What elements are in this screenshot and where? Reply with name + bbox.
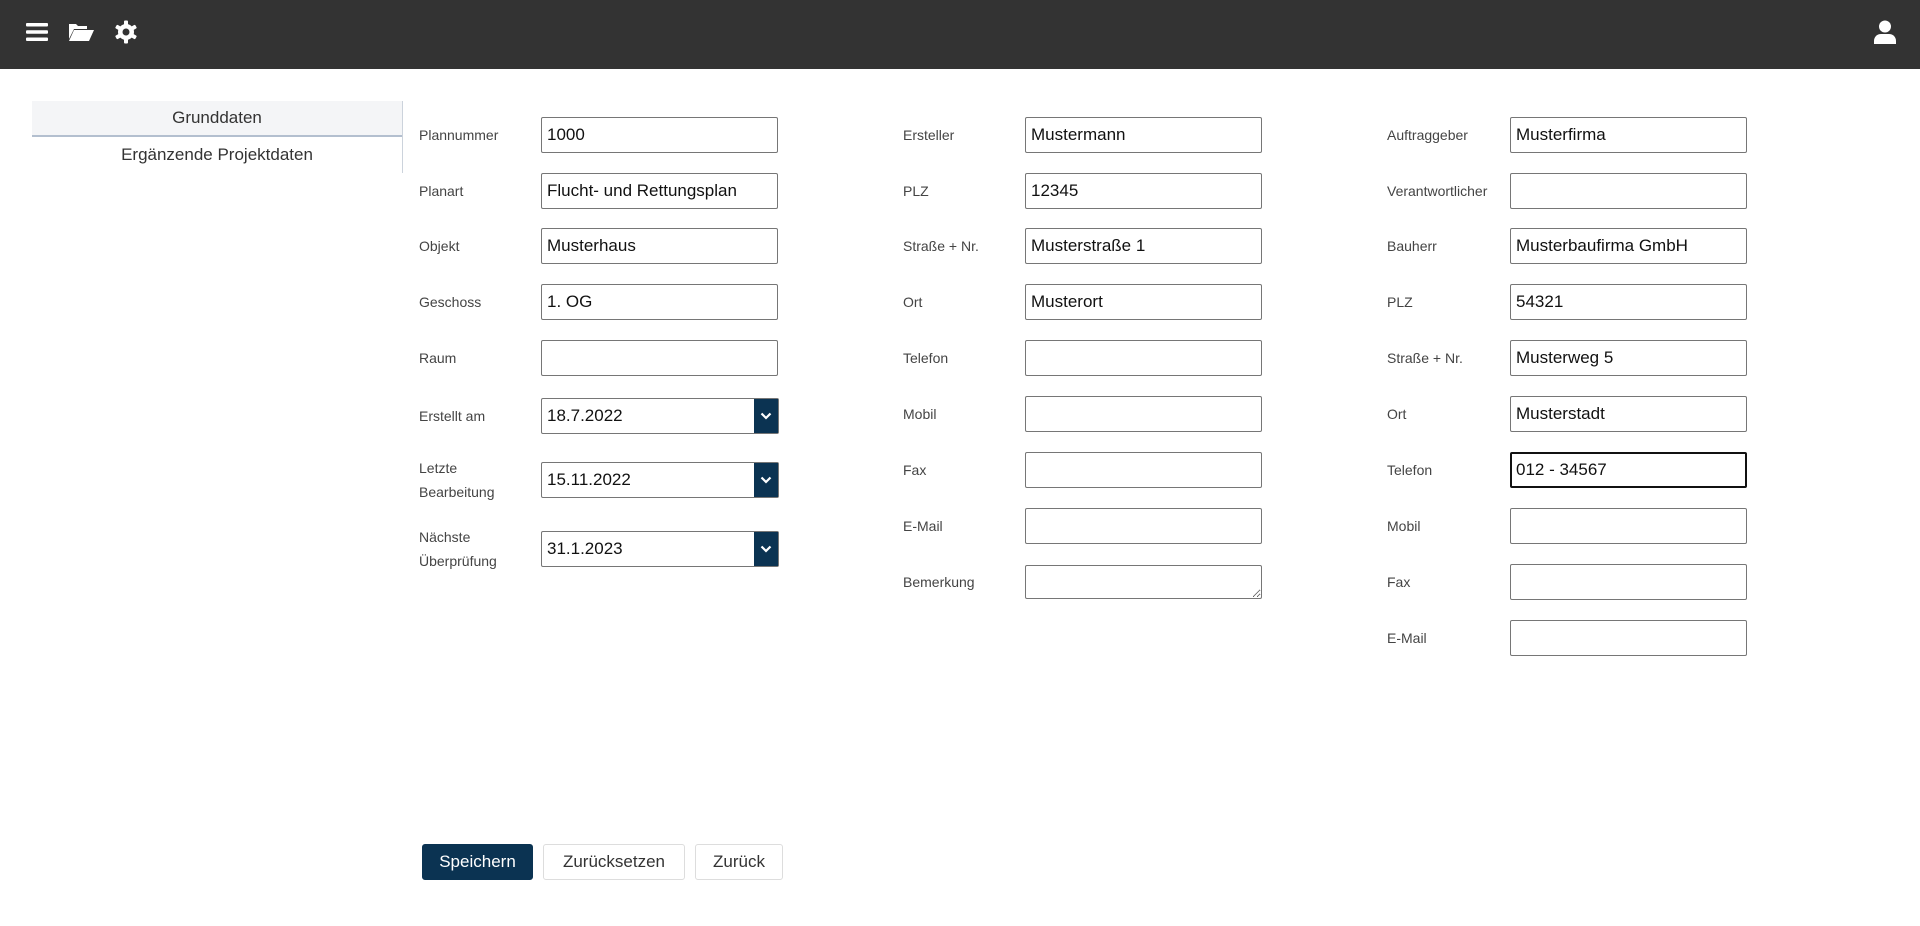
label-raum: Raum [419, 350, 457, 366]
planart-field[interactable] [541, 173, 778, 209]
label-strasse-nr: Straße + Nr. [1387, 350, 1463, 366]
verantwortlicher-field[interactable] [1510, 173, 1747, 209]
fax-field[interactable] [1025, 452, 1262, 488]
ort-field[interactable] [1510, 396, 1747, 432]
label-telefon: Telefon [1387, 462, 1433, 478]
label-ort: Ort [1387, 406, 1407, 422]
label-bauherr: Bauherr [1387, 238, 1437, 254]
plannummer-field[interactable] [541, 117, 778, 153]
erstellt-am-date-picker[interactable]: 18.7.2022 [541, 398, 779, 434]
save-button[interactable]: Speichern [422, 844, 533, 880]
gear-icon[interactable] [113, 19, 139, 45]
label-verantwortlicher: Verantwortlicher [1387, 183, 1488, 199]
sidebar-nav: Grunddaten Ergänzende Projektdaten [32, 101, 403, 173]
plz-field[interactable] [1025, 173, 1262, 209]
label-plz: PLZ [903, 183, 929, 199]
label-e-mail: E-Mail [903, 518, 943, 534]
naechste-ueberpruefung-date-picker[interactable]: 31.1.2023 [541, 531, 779, 567]
top-bar [0, 0, 1920, 69]
sidebar-item-grunddaten[interactable]: Grunddaten [32, 101, 402, 137]
label-plannummer: Plannummer [419, 127, 499, 143]
strasse-nr-field[interactable] [1025, 228, 1262, 264]
ersteller-field[interactable] [1025, 117, 1262, 153]
bauherr-field[interactable] [1510, 228, 1747, 264]
label-ort: Ort [903, 294, 923, 310]
label-bemerkung: Bemerkung [903, 574, 975, 590]
plz-field[interactable] [1510, 284, 1747, 320]
reset-button[interactable]: Zurücksetzen [543, 844, 685, 880]
label-mobil: Mobil [903, 406, 937, 422]
e-mail-field[interactable] [1025, 508, 1262, 544]
label-auftraggeber: Auftraggeber [1387, 127, 1468, 143]
date-value[interactable]: 18.7.2022 [542, 399, 754, 433]
raum-field[interactable] [541, 340, 778, 376]
label-objekt: Objekt [419, 238, 460, 254]
e-mail-field[interactable] [1510, 620, 1747, 656]
date-value[interactable]: 15.11.2022 [542, 463, 754, 497]
geschoss-field[interactable] [541, 284, 778, 320]
label-planart: Planart [419, 183, 464, 199]
label-ersteller: Ersteller [903, 127, 955, 143]
label-e-mail: E-Mail [1387, 630, 1427, 646]
label-mobil: Mobil [1387, 518, 1421, 534]
mobil-field[interactable] [1025, 396, 1262, 432]
folder-open-icon[interactable] [68, 19, 94, 45]
auftraggeber-field[interactable] [1510, 117, 1747, 153]
chevron-down-icon[interactable] [754, 399, 778, 433]
ort-field[interactable] [1025, 284, 1262, 320]
back-button[interactable]: Zurück [695, 844, 783, 880]
chevron-down-icon[interactable] [754, 463, 778, 497]
fax-field[interactable] [1510, 564, 1747, 600]
chevron-down-icon[interactable] [754, 532, 778, 566]
menu-icon[interactable] [24, 19, 50, 45]
label-geschoss: Geschoss [419, 294, 482, 310]
strasse-nr-field[interactable] [1510, 340, 1747, 376]
label-telefon: Telefon [903, 350, 949, 366]
label-fax: Fax [903, 462, 927, 478]
user-icon[interactable] [1872, 19, 1898, 45]
date-value[interactable]: 31.1.2023 [542, 532, 754, 566]
telefon-field[interactable] [1025, 340, 1262, 376]
mobil-field[interactable] [1510, 508, 1747, 544]
label-fax: Fax [1387, 574, 1411, 590]
telefon-field[interactable] [1510, 452, 1747, 488]
label-erstellt-am: Erstellt am [419, 408, 486, 424]
letzte-bearbeitung-date-picker[interactable]: 15.11.2022 [541, 462, 779, 498]
label-naechste-ueberpruefung: Nächste Überprüfung [419, 529, 497, 569]
label-plz: PLZ [1387, 294, 1413, 310]
label-letzte-bearbeitung: Letzte Bearbeitung [419, 460, 495, 500]
bemerkung-field[interactable] [1025, 565, 1262, 599]
label-strasse-nr: Straße + Nr. [903, 238, 979, 254]
objekt-field[interactable] [541, 228, 778, 264]
sidebar-item-ergaenzende-projektdaten[interactable]: Ergänzende Projektdaten [32, 137, 402, 172]
